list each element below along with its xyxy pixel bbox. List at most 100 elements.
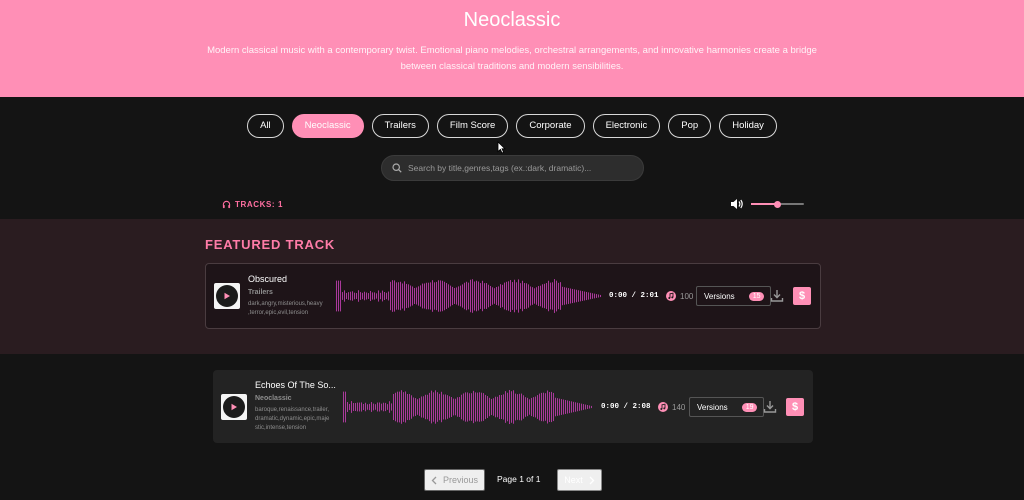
waveform-bar: [508, 281, 509, 311]
waveform-bar: [570, 288, 571, 304]
download-icon[interactable]: [763, 400, 777, 414]
waveform-bar: [555, 397, 556, 417]
filter-electronic[interactable]: Electronic: [592, 114, 661, 138]
waveform-bar: [592, 293, 593, 299]
waveform-bar: [483, 393, 484, 421]
waveform-bar: [439, 393, 440, 421]
waveform-bar: [388, 291, 389, 301]
waveform-bar: [414, 287, 415, 305]
waveform-bar: [528, 284, 529, 308]
waveform-bar: [494, 288, 495, 304]
track-genre: Trailers: [248, 289, 273, 296]
waveform-bar: [438, 280, 439, 312]
waveform-bar: [527, 397, 528, 417]
waveform-bar: [491, 398, 492, 416]
waveform-bar: [539, 393, 540, 421]
waveform-bar: [516, 282, 517, 310]
track-tags-line: ,terror,epic,evil,tension: [248, 310, 309, 316]
waveform-bar: [470, 279, 471, 313]
waveform-bar: [581, 403, 582, 411]
waveform-bar: [373, 403, 374, 411]
waveform-bar: [585, 404, 586, 410]
track-cover-play[interactable]: [214, 283, 240, 309]
download-icon[interactable]: [770, 289, 784, 303]
waveform-bar: [447, 395, 448, 419]
buy-button[interactable]: $: [786, 398, 804, 416]
waveform-bar: [370, 290, 371, 302]
waveform-bar: [353, 403, 354, 411]
waveform-bar: [589, 405, 590, 409]
waveform-bar: [338, 280, 339, 312]
previous-page-label: Previous: [442, 475, 478, 485]
waveform-bar: [394, 280, 395, 312]
waveform-bar: [594, 293, 595, 299]
filter-neoclassic[interactable]: Neoclassic: [291, 114, 364, 138]
waveform-bar: [557, 398, 558, 416]
track-waveform[interactable]: [335, 278, 601, 314]
buy-button[interactable]: $: [793, 287, 811, 305]
filter-all[interactable]: All: [247, 114, 284, 138]
versions-label: Versions: [704, 291, 735, 301]
track-time: 0:00 / 2:01: [609, 292, 659, 300]
waveform-bar: [561, 399, 562, 415]
waveform-bar: [457, 397, 458, 417]
waveform-bar: [482, 280, 483, 312]
waveform-bar: [512, 282, 513, 310]
waveform-bar: [521, 393, 522, 421]
waveform-bar: [529, 399, 530, 415]
volume-slider-handle[interactable]: [774, 200, 781, 208]
waveform-bar: [584, 291, 585, 301]
filter-corporate[interactable]: Corporate: [516, 114, 585, 138]
waveform-bar: [433, 392, 434, 422]
waveform-bar: [397, 391, 398, 423]
waveform-bar: [541, 392, 542, 422]
waveform-bar: [360, 292, 361, 300]
waveform-bar: [396, 282, 397, 310]
track-tags-line: baroque,renaissance,trailer,: [255, 407, 330, 413]
track-cover-play[interactable]: [221, 394, 247, 420]
filter-pop[interactable]: Pop: [668, 114, 712, 138]
waveform-bar: [574, 289, 575, 303]
volume-control[interactable]: [730, 198, 806, 210]
filter-holiday[interactable]: Holiday: [719, 114, 777, 138]
waveform-bar: [455, 398, 456, 416]
waveform-bar: [546, 282, 547, 310]
waveform-bar: [372, 292, 373, 300]
play-icon[interactable]: [223, 292, 231, 300]
filter-film-score[interactable]: Film Score: [436, 114, 509, 138]
waveform-bar: [442, 280, 443, 312]
category-description: Modern classical music with a contempora…: [207, 45, 817, 72]
waveform-bar: [550, 282, 551, 310]
filter-trailers[interactable]: Trailers: [371, 114, 429, 138]
waveform-bar: [386, 292, 387, 300]
track-title[interactable]: Obscured: [248, 274, 287, 284]
search-bar[interactable]: [381, 155, 644, 181]
waveform-bar: [408, 284, 409, 308]
waveform-bar: [336, 280, 337, 312]
waveform-bar: [461, 394, 462, 420]
volume-slider[interactable]: [751, 200, 804, 208]
versions-label: Versions: [697, 402, 728, 412]
waveform-bar: [507, 392, 508, 422]
previous-page-button[interactable]: Previous: [424, 469, 485, 491]
search-input[interactable]: [408, 163, 628, 173]
waveform-bar: [428, 282, 429, 310]
waveform-bar: [502, 284, 503, 308]
waveform-bar: [391, 403, 392, 411]
waveform-bar: [422, 283, 423, 309]
tracks-count: TRACKS: 1: [222, 200, 283, 209]
play-icon[interactable]: [230, 403, 238, 411]
versions-button[interactable]: Versions 15: [696, 286, 772, 306]
waveform-bar: [563, 399, 564, 415]
waveform-bar: [377, 402, 378, 412]
next-page-button[interactable]: Next: [557, 469, 602, 491]
waveform-bar: [456, 287, 457, 305]
waveform-bar: [535, 396, 536, 418]
waveform-bar: [499, 395, 500, 419]
volume-icon[interactable]: [730, 198, 744, 210]
waveform-bar: [356, 293, 357, 299]
track-waveform[interactable]: [342, 389, 592, 425]
track-title[interactable]: Echoes Of The So...: [255, 380, 336, 390]
versions-button[interactable]: Versions 19: [689, 397, 765, 417]
waveform-bar: [346, 292, 347, 300]
